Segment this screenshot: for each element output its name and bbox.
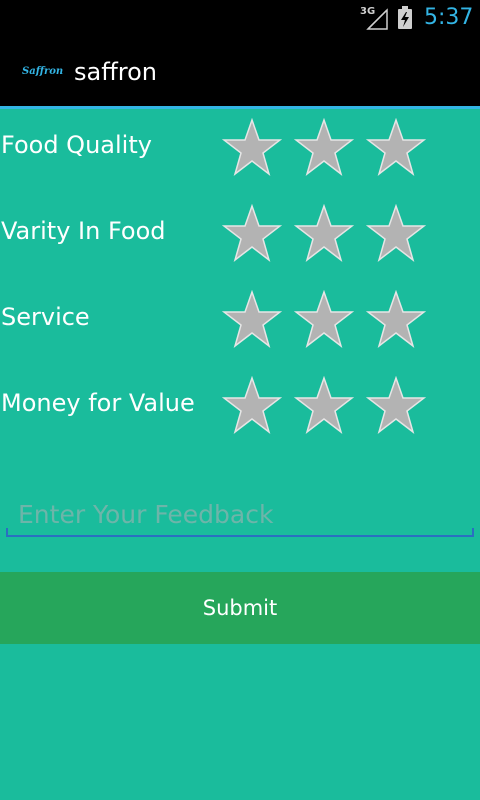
star-icon[interactable]	[222, 290, 282, 350]
star-rating[interactable]	[222, 118, 432, 178]
star-rating[interactable]	[222, 376, 432, 436]
star-icon[interactable]	[222, 204, 282, 264]
battery-charging-icon	[397, 6, 413, 34]
submit-button[interactable]: Submit	[0, 572, 480, 644]
star-icon[interactable]	[294, 290, 354, 350]
star-icon[interactable]	[294, 204, 354, 264]
rating-label: Varity In Food	[1, 217, 166, 245]
feedback-input-underline	[6, 535, 474, 537]
rating-label: Food Quality	[1, 131, 152, 159]
rating-label: Service	[1, 303, 90, 331]
star-icon[interactable]	[294, 376, 354, 436]
star-rating[interactable]	[222, 204, 432, 264]
clock: 5:37	[424, 5, 474, 30]
star-icon[interactable]	[366, 290, 426, 350]
app-title: saffron	[74, 58, 157, 86]
status-bar: 3G 5:37	[0, 0, 480, 38]
feedback-input[interactable]	[6, 492, 474, 536]
signal-icon	[366, 8, 388, 34]
star-icon[interactable]	[366, 118, 426, 178]
feedback-input-edge-left	[6, 528, 8, 536]
app-logo: Saffron	[22, 66, 64, 77]
star-rating[interactable]	[222, 290, 432, 350]
rating-label: Money for Value	[1, 389, 195, 417]
action-bar: Saffron saffron	[0, 38, 480, 106]
star-icon[interactable]	[222, 118, 282, 178]
star-icon[interactable]	[222, 376, 282, 436]
star-icon[interactable]	[294, 118, 354, 178]
action-bar-divider	[0, 106, 480, 109]
star-icon[interactable]	[366, 376, 426, 436]
feedback-input-edge-right	[472, 528, 474, 536]
star-icon[interactable]	[366, 204, 426, 264]
screen: 3G 5:37 Saffron saffron Food Quality Var…	[0, 0, 480, 800]
